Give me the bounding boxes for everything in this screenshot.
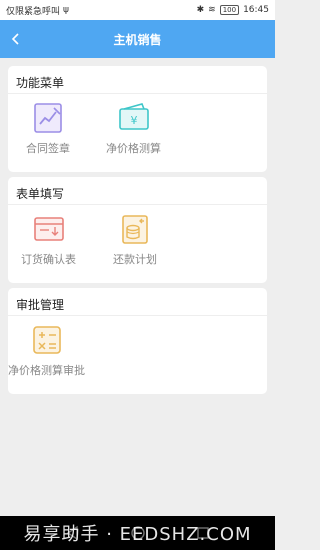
app-header: 主机销售 — [0, 20, 275, 58]
contract-sign-icon — [34, 103, 62, 133]
tile-label: 订货确认表 — [21, 253, 76, 266]
back-triangle-icon[interactable] — [65, 525, 81, 541]
tile-net-price-approval[interactable]: 净价格测算审批 — [8, 322, 85, 378]
order-confirm-icon — [33, 217, 64, 241]
calculator-icon — [32, 326, 61, 354]
section-approval: 审批管理 净价格测算审批 — [8, 288, 267, 394]
back-button[interactable] — [6, 29, 26, 49]
recents-square-icon[interactable] — [195, 525, 211, 541]
tile-repayment-plan[interactable]: 还款计划 — [113, 211, 157, 267]
system-nav-bar — [0, 516, 275, 550]
tile-label: 还款计划 — [113, 253, 157, 266]
repayment-plan-icon — [122, 215, 148, 244]
tile-label: 净价格测算 — [106, 142, 161, 155]
home-circle-icon[interactable] — [130, 525, 146, 541]
section-function-menu: 功能菜单 合同签章 ¥ 净价格测算 — [8, 66, 267, 172]
battery-level: 100 — [222, 6, 237, 14]
page-title: 主机销售 — [113, 32, 162, 47]
tile-net-price-calc[interactable]: ¥ 净价格测算 — [106, 100, 161, 156]
tile-label: 净价格测算审批 — [8, 364, 85, 377]
clock: 16:45 — [243, 5, 269, 15]
section-title: 表单填写 — [8, 177, 267, 205]
bluetooth-icon: ✱ — [196, 5, 205, 15]
chevron-left-icon — [11, 33, 19, 45]
svg-text:¥: ¥ — [130, 114, 137, 127]
battery-icon: 100 — [219, 5, 240, 15]
carrier-text: 仅限紧急呼叫 — [6, 6, 61, 17]
tile-contract-sign[interactable]: 合同签章 — [26, 100, 70, 156]
tile-order-confirm[interactable]: 订货确认表 — [21, 211, 76, 267]
tile-label: 合同签章 — [26, 142, 70, 155]
section-title: 功能菜单 — [8, 66, 267, 94]
section-form-fill: 表单填写 订货确认表 还款计划 — [8, 177, 267, 283]
section-title: 审批管理 — [8, 288, 267, 316]
wallet-yen-icon: ¥ — [118, 103, 149, 130]
status-bar: 仅限紧急呼叫 ψ ✱ ≋ 100 16:45 — [0, 0, 275, 20]
wifi-icon: ≋ — [208, 5, 216, 15]
usb-icon: ψ — [63, 5, 69, 15]
